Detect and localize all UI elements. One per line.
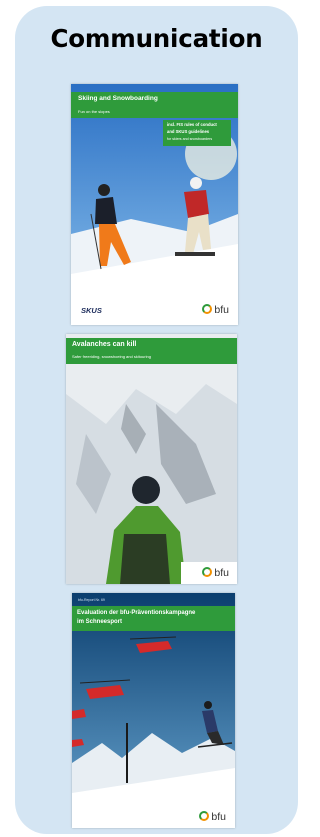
cover-footer: SKUS bfu <box>71 297 238 325</box>
cover-footer: bfu <box>66 562 237 584</box>
panel-title: Communication <box>50 24 263 53</box>
bfu-logo: bfu <box>199 811 226 823</box>
bfu-logo-icon <box>202 567 213 577</box>
cover-header-bar: Evaluation der bfu-Präventionskampagne i… <box>72 606 235 631</box>
bfu-logo: bfu <box>202 304 229 316</box>
cover-header-bar: Skiing and Snowboarding Fun on the slope… <box>71 92 238 118</box>
cover-kicker: bfu-Report Nr. 69 <box>78 598 105 602</box>
avalanche-photo <box>66 334 237 584</box>
bfu-logo-text: bfu <box>214 304 229 316</box>
cover-title-line2: im Schneesport <box>77 619 123 625</box>
badge-line1: incl. FIS rules of conduct <box>167 122 217 127</box>
communication-panel: Communication Skiing and Snowboarding Fu… <box>15 6 298 834</box>
bfu-logo-icon <box>199 811 210 821</box>
badge-line2: and SKUS guidelines <box>167 129 210 134</box>
cover-badge: incl. FIS rules of conduct and SKUS guid… <box>163 120 231 146</box>
brochure-cover-skiing[interactable]: Skiing and Snowboarding Fun on the slope… <box>71 84 238 325</box>
bfu-logo-icon <box>202 304 213 314</box>
bfu-logo: bfu <box>202 567 229 579</box>
cover-title: Skiing and Snowboarding <box>78 95 158 102</box>
cover-title-line1: Evaluation der bfu-Präventionskampagne <box>77 610 196 616</box>
cover-footer: bfu <box>72 798 235 828</box>
bfu-logo-text: bfu <box>211 811 226 823</box>
cover-title: Avalanches can kill <box>72 341 137 348</box>
cover-header-bar: Avalanches can kill Safer freeriding, sn… <box>66 338 237 364</box>
brochure-cover-evaluation[interactable]: bfu-Report Nr. 69 Evaluation der bfu-Prä… <box>72 593 235 828</box>
badge-line3: for skiers and snowboarders <box>167 137 213 141</box>
skus-logo: SKUS <box>81 306 102 315</box>
cover-subtitle: Fun on the slopes <box>78 109 110 114</box>
cover-subtitle: Safer freeriding, snowshoeing and skitou… <box>72 354 151 359</box>
brochure-cover-avalanches[interactable]: Avalanches can kill Safer freeriding, sn… <box>66 334 237 584</box>
bfu-logo-text: bfu <box>214 567 229 579</box>
